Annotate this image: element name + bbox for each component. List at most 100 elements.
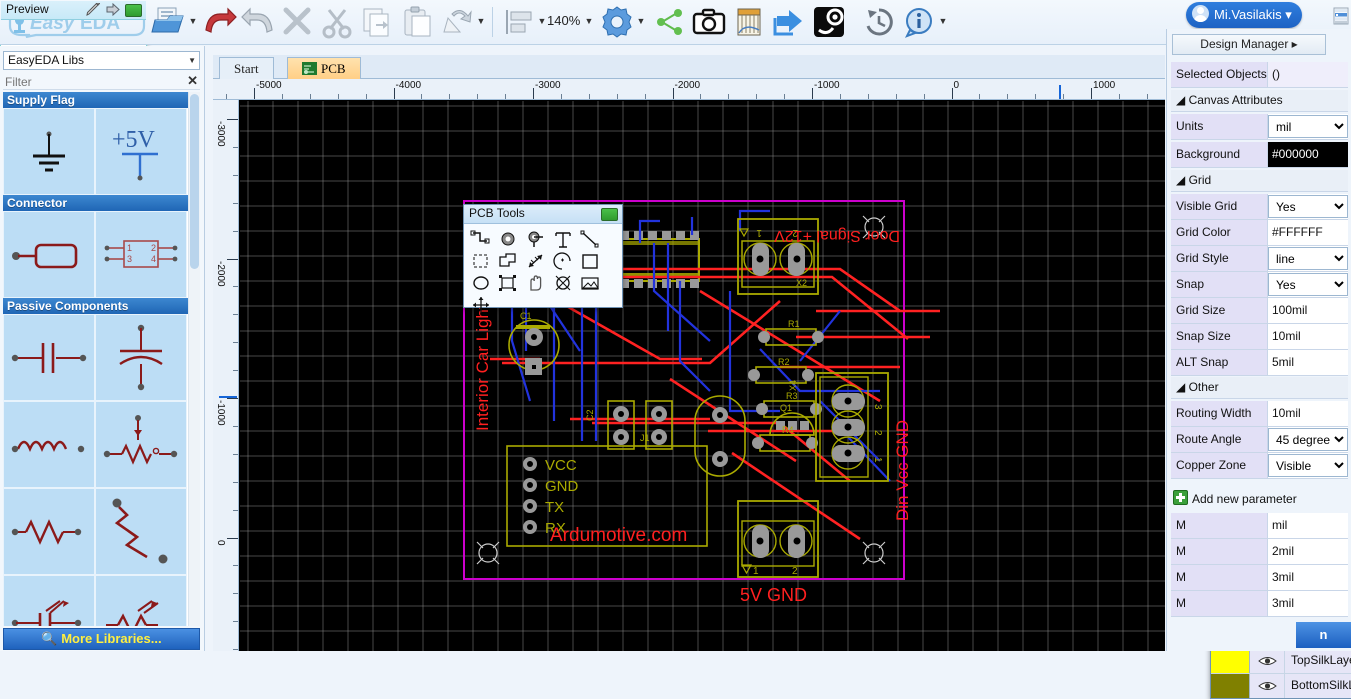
pin-icon[interactable] (601, 208, 618, 221)
settings-button[interactable] (598, 4, 636, 40)
units-select[interactable]: mil (1268, 115, 1348, 138)
cut-button[interactable] (318, 4, 356, 40)
add-new-parameter-button[interactable]: Add new parameter (1173, 490, 1348, 510)
symbol-capacitor[interactable] (3, 314, 95, 401)
selected-objects-value[interactable]: () (1268, 62, 1348, 87)
prop-value[interactable]: line (1268, 246, 1348, 271)
symbol-resistor-variable[interactable] (95, 488, 187, 575)
eye-icon[interactable] (1250, 649, 1285, 673)
prop-value[interactable]: Yes (1268, 194, 1348, 219)
group-other[interactable]: ◢ Other (1171, 377, 1348, 399)
layer-color-swatch[interactable] (1211, 674, 1250, 698)
hole-tool[interactable] (552, 273, 576, 295)
delete-button[interactable] (278, 4, 316, 40)
drag-tool[interactable] (525, 273, 549, 295)
more-libraries-button[interactable]: 🔍 More Libraries... (3, 628, 200, 650)
prop-value[interactable]: 3mil (1268, 591, 1348, 616)
pencil-icon[interactable] (86, 3, 100, 16)
undo-button[interactable] (200, 4, 238, 40)
library-list[interactable]: Supply Flag +5V Connector 1 2 3 4 Passiv… (3, 92, 200, 626)
ruler-tool-button[interactable] (730, 4, 768, 40)
history-button[interactable] (860, 4, 898, 40)
redo-button[interactable] (240, 4, 278, 40)
prop-value[interactable]: #000000 (1268, 142, 1348, 167)
prop-value[interactable]: mil (1268, 513, 1348, 538)
symbol-inductor[interactable] (3, 401, 95, 488)
zoom-caret-icon[interactable]: ▼ (584, 17, 594, 27)
prop-value[interactable]: 2mil (1268, 539, 1348, 564)
mirror-caret-icon[interactable]: ▼ (476, 17, 486, 27)
settings-caret-icon[interactable]: ▼ (636, 17, 646, 27)
panel-list-icon[interactable] (1332, 6, 1350, 28)
design-manager-button[interactable]: Design Manager ▸ (1172, 34, 1326, 55)
preview-header[interactable]: Preview (1, 1, 146, 20)
tab-start[interactable]: Start (219, 57, 274, 79)
track-tool[interactable] (470, 229, 494, 251)
pin-icon[interactable] (125, 4, 142, 17)
open-file-button[interactable] (150, 4, 188, 40)
symbol-plus5v[interactable]: +5V (95, 108, 187, 195)
arrow-right-icon[interactable] (106, 3, 120, 16)
group-canvas-attributes[interactable]: ◢ Canvas Attributes (1171, 90, 1348, 112)
symbol-diode-led[interactable] (3, 575, 95, 626)
prop-value[interactable]: 5mil (1268, 350, 1348, 375)
text-tool[interactable] (552, 229, 576, 251)
pad-tool[interactable] (525, 229, 549, 251)
pcb-tools-panel[interactable]: PCB Tools (463, 204, 623, 313)
symbol-connector-1pin[interactable] (3, 211, 95, 298)
library-source-select[interactable]: EasyEDA Libs ▼ (3, 51, 200, 70)
circle-tool[interactable] (470, 273, 494, 295)
close-icon[interactable]: ✕ (187, 73, 198, 89)
prop-value[interactable]: 3mil (1268, 565, 1348, 590)
paste-button[interactable] (398, 4, 436, 40)
symbol-potentiometer[interactable] (95, 401, 187, 488)
prop-value[interactable]: Yes (1268, 272, 1348, 297)
share-button[interactable] (650, 4, 688, 40)
prop-value[interactable]: 100mil (1268, 298, 1348, 323)
solid-region-tool[interactable] (497, 251, 521, 273)
pcb-canvas-area[interactable]: -5000 -4000 -3000 -2000 -1000 0 1000 -3000 -200… (213, 79, 1351, 699)
export-button[interactable] (770, 4, 808, 40)
mirror-button[interactable] (438, 4, 476, 40)
layer-row-topsilklayer[interactable]: TopSilkLayer (1211, 649, 1351, 674)
open-file-caret-icon[interactable]: ▼ (188, 17, 198, 27)
via-tool[interactable] (497, 229, 521, 251)
info-caret-icon[interactable]: ▼ (938, 17, 948, 27)
prop-value[interactable]: Visible (1268, 453, 1348, 478)
user-menu-button[interactable]: Mi.Vasilakis ▾ (1186, 2, 1302, 28)
eye-icon[interactable] (1250, 674, 1285, 698)
library-scrollbar[interactable] (188, 92, 200, 626)
copy-button[interactable] (358, 4, 396, 40)
snap-select[interactable]: Yes (1268, 273, 1348, 296)
align-button[interactable] (500, 4, 538, 40)
symbol-connector-4pin[interactable]: 1 2 3 4 (95, 211, 187, 298)
copper-area-tool[interactable] (470, 251, 494, 273)
3d-view-button[interactable] (810, 4, 848, 40)
info-button[interactable] (900, 4, 938, 40)
prop-value[interactable]: mil (1268, 114, 1348, 139)
snapshot-button[interactable] (690, 4, 728, 40)
symbol-capacitor-polarized[interactable] (95, 314, 187, 401)
dimension-tool[interactable] (525, 251, 549, 273)
pcb-tools-header[interactable]: PCB Tools (464, 205, 622, 224)
visible-grid-select[interactable]: Yes (1268, 195, 1348, 218)
line-tool[interactable] (579, 229, 603, 251)
layer-color-swatch[interactable] (1211, 649, 1250, 673)
route-angle-select[interactable]: 45 degree (1268, 428, 1348, 451)
library-filter-input[interactable] (3, 72, 182, 91)
zoom-level-label[interactable]: 140% (547, 13, 580, 28)
pcb-board-canvas[interactable]: U1 (240, 101, 1165, 651)
copper-zone-select[interactable]: Visible (1268, 454, 1348, 477)
prop-value[interactable]: 10mil (1268, 401, 1348, 426)
prop-value[interactable]: 45 degree (1268, 427, 1348, 452)
component-tool[interactable] (497, 273, 521, 295)
layer-row-bottomsilklayer[interactable]: BottomSilkLayer (1211, 674, 1351, 698)
symbol-photoresistor[interactable] (95, 575, 187, 626)
image-tool[interactable] (579, 273, 603, 295)
symbol-resistor[interactable] (3, 488, 95, 575)
grid-style-select[interactable]: line (1268, 247, 1348, 270)
bottom-right-button[interactable]: n (1296, 622, 1351, 648)
arc-tool[interactable] (552, 251, 576, 273)
prop-value[interactable]: #FFFFFF (1268, 220, 1348, 245)
group-grid[interactable]: ◢ Grid (1171, 170, 1348, 192)
